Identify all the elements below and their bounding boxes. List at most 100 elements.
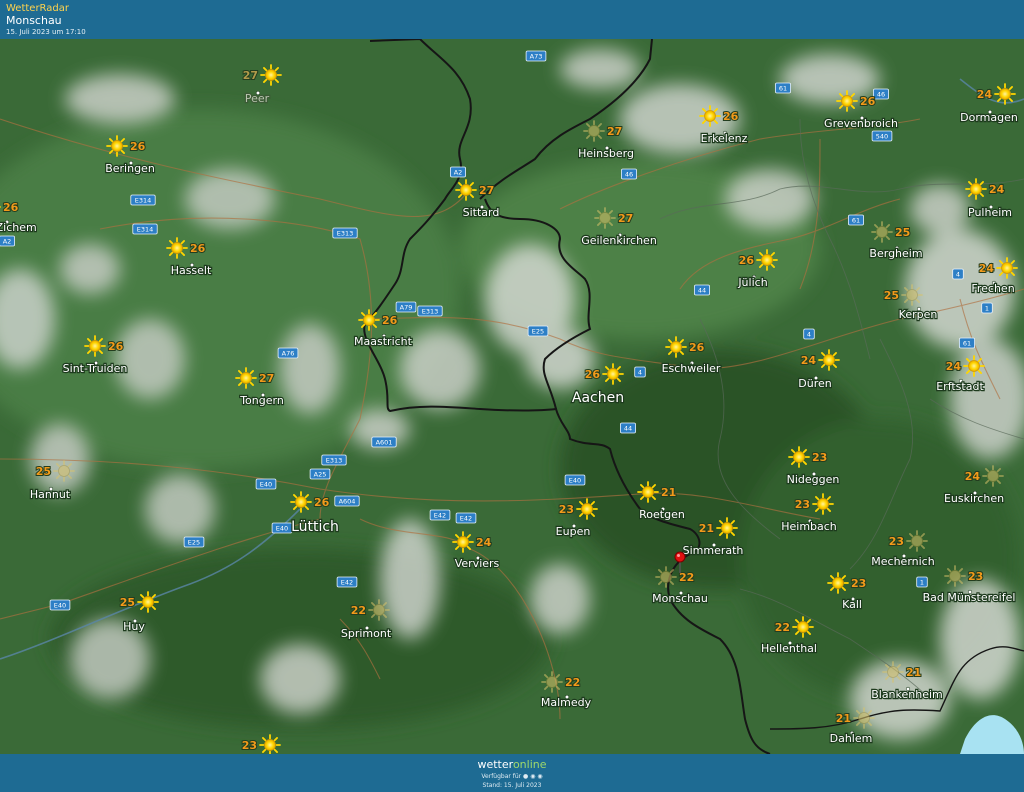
temperature-label: 23 bbox=[812, 451, 827, 464]
temperature-label: 24 bbox=[476, 536, 492, 549]
sun-icon bbox=[994, 83, 1016, 105]
sun-icon bbox=[906, 530, 928, 552]
city-name: Tongern bbox=[239, 394, 284, 407]
sun-icon bbox=[576, 498, 598, 520]
road-shield: 44 bbox=[694, 284, 711, 296]
sun-icon bbox=[871, 221, 893, 243]
city-name: Dormagen bbox=[960, 111, 1018, 124]
temperature-label: 26 bbox=[689, 341, 705, 354]
sun-icon bbox=[455, 179, 477, 201]
svg-text:1: 1 bbox=[920, 578, 924, 586]
sun-icon bbox=[106, 135, 128, 157]
temperature-label: 21 bbox=[661, 486, 676, 499]
sun-icon bbox=[812, 493, 834, 515]
road-shield: E40 bbox=[255, 478, 277, 490]
city-name: Malmedy bbox=[541, 696, 592, 709]
svg-text:4: 4 bbox=[638, 368, 642, 376]
temperature-label: 26 bbox=[382, 314, 398, 327]
temperature-label: 23 bbox=[559, 503, 574, 516]
sun-icon bbox=[699, 105, 721, 127]
road-shield: E42 bbox=[336, 576, 358, 588]
sun-icon bbox=[965, 178, 987, 200]
sun-icon bbox=[84, 335, 106, 357]
temperature-label: 24 bbox=[965, 470, 981, 483]
sun-icon bbox=[836, 90, 858, 112]
svg-text:A601: A601 bbox=[376, 438, 393, 446]
svg-text:E25: E25 bbox=[188, 538, 200, 546]
sun-icon bbox=[594, 207, 616, 229]
svg-text:A73: A73 bbox=[530, 52, 543, 60]
logo-part-b: online bbox=[512, 758, 547, 771]
temperature-label: 27 bbox=[243, 69, 258, 82]
road-shield: A601 bbox=[371, 436, 397, 448]
city-name: Euskirchen bbox=[944, 492, 1004, 505]
sun-icon bbox=[358, 309, 380, 331]
city-name: Eupen bbox=[556, 525, 591, 538]
location-title: Monschau bbox=[6, 14, 62, 27]
road-shield: E314 bbox=[132, 223, 158, 235]
temperature-label: 23 bbox=[889, 535, 904, 548]
city-name: Peer bbox=[245, 92, 270, 105]
temperature-label: 22 bbox=[679, 571, 694, 584]
svg-text:E40: E40 bbox=[54, 601, 66, 609]
sun-icon bbox=[137, 591, 159, 613]
svg-text:44: 44 bbox=[698, 286, 706, 294]
road-shield: 540 bbox=[871, 130, 893, 142]
temperature-label: 27 bbox=[479, 184, 494, 197]
temperature-label: 23 bbox=[968, 570, 983, 583]
road-shield: E42 bbox=[455, 512, 477, 524]
temperature-label: 23 bbox=[851, 577, 866, 590]
sun-icon bbox=[944, 565, 966, 587]
svg-text:1: 1 bbox=[985, 304, 989, 312]
temperature-label: 24 bbox=[989, 183, 1005, 196]
city-name: Heinsberg bbox=[578, 147, 634, 160]
svg-text:E42: E42 bbox=[460, 514, 472, 522]
svg-text:4: 4 bbox=[956, 270, 960, 278]
city-name: Lüttich bbox=[291, 519, 339, 535]
svg-text:A25: A25 bbox=[314, 470, 327, 478]
temperature-label: 26 bbox=[130, 140, 146, 153]
temperature-label: 26 bbox=[723, 110, 739, 123]
city-name: Bergheim bbox=[869, 247, 922, 260]
temperature-label: 22 bbox=[351, 604, 366, 617]
sun-icon bbox=[665, 336, 687, 358]
app-header: WetterRadar Monschau 15. Juli 2023 um 17… bbox=[0, 0, 1024, 39]
radar-map[interactable]: A73 A2 E314 E314 E313 A2 A79 E313 A76 E25 A601 E313… bbox=[0, 39, 1024, 754]
temperature-label: 25 bbox=[884, 289, 899, 302]
temperature-label: 26 bbox=[860, 95, 876, 108]
temperature-label: 26 bbox=[739, 254, 755, 267]
svg-text:E42: E42 bbox=[434, 511, 446, 519]
sun-icon bbox=[259, 734, 281, 754]
temperature-label: 21 bbox=[906, 666, 921, 679]
city-name: Kall bbox=[842, 598, 862, 611]
road-shield: 1 bbox=[916, 576, 928, 588]
road-shield: A76 bbox=[277, 347, 299, 359]
svg-text:E313: E313 bbox=[422, 307, 439, 315]
road-shield: 4 bbox=[634, 366, 646, 378]
city-name: Nideggen bbox=[787, 473, 840, 486]
city-name: Heimbach bbox=[781, 520, 837, 533]
city-name: Huy bbox=[123, 620, 145, 633]
temperature-label: 24 bbox=[801, 354, 817, 367]
city-name: Sittard bbox=[463, 206, 500, 219]
svg-text:E313: E313 bbox=[326, 456, 343, 464]
wetteronline-logo[interactable]: wetteronline bbox=[0, 758, 1024, 771]
road-shield: 4 bbox=[952, 268, 964, 280]
svg-text:E313: E313 bbox=[337, 229, 354, 237]
temperature-label: 23 bbox=[242, 739, 257, 752]
road-shield: E313 bbox=[417, 305, 443, 317]
logo-part-a: wetter bbox=[477, 758, 513, 771]
city-name: Pulheim bbox=[968, 206, 1012, 219]
sun-icon bbox=[818, 349, 840, 371]
svg-text:61: 61 bbox=[963, 339, 971, 347]
svg-text:E42: E42 bbox=[341, 578, 353, 586]
city-name: Düren bbox=[798, 377, 831, 390]
city-name: Monschau bbox=[652, 592, 708, 605]
road-shield: A79 bbox=[395, 301, 417, 313]
sun-icon bbox=[637, 481, 659, 503]
road-shield: E40 bbox=[564, 474, 586, 486]
road-shield: 46 bbox=[873, 88, 890, 100]
road-shield: E40 bbox=[271, 522, 293, 534]
temperature-label: 25 bbox=[895, 226, 910, 239]
sun-icon bbox=[853, 707, 875, 729]
